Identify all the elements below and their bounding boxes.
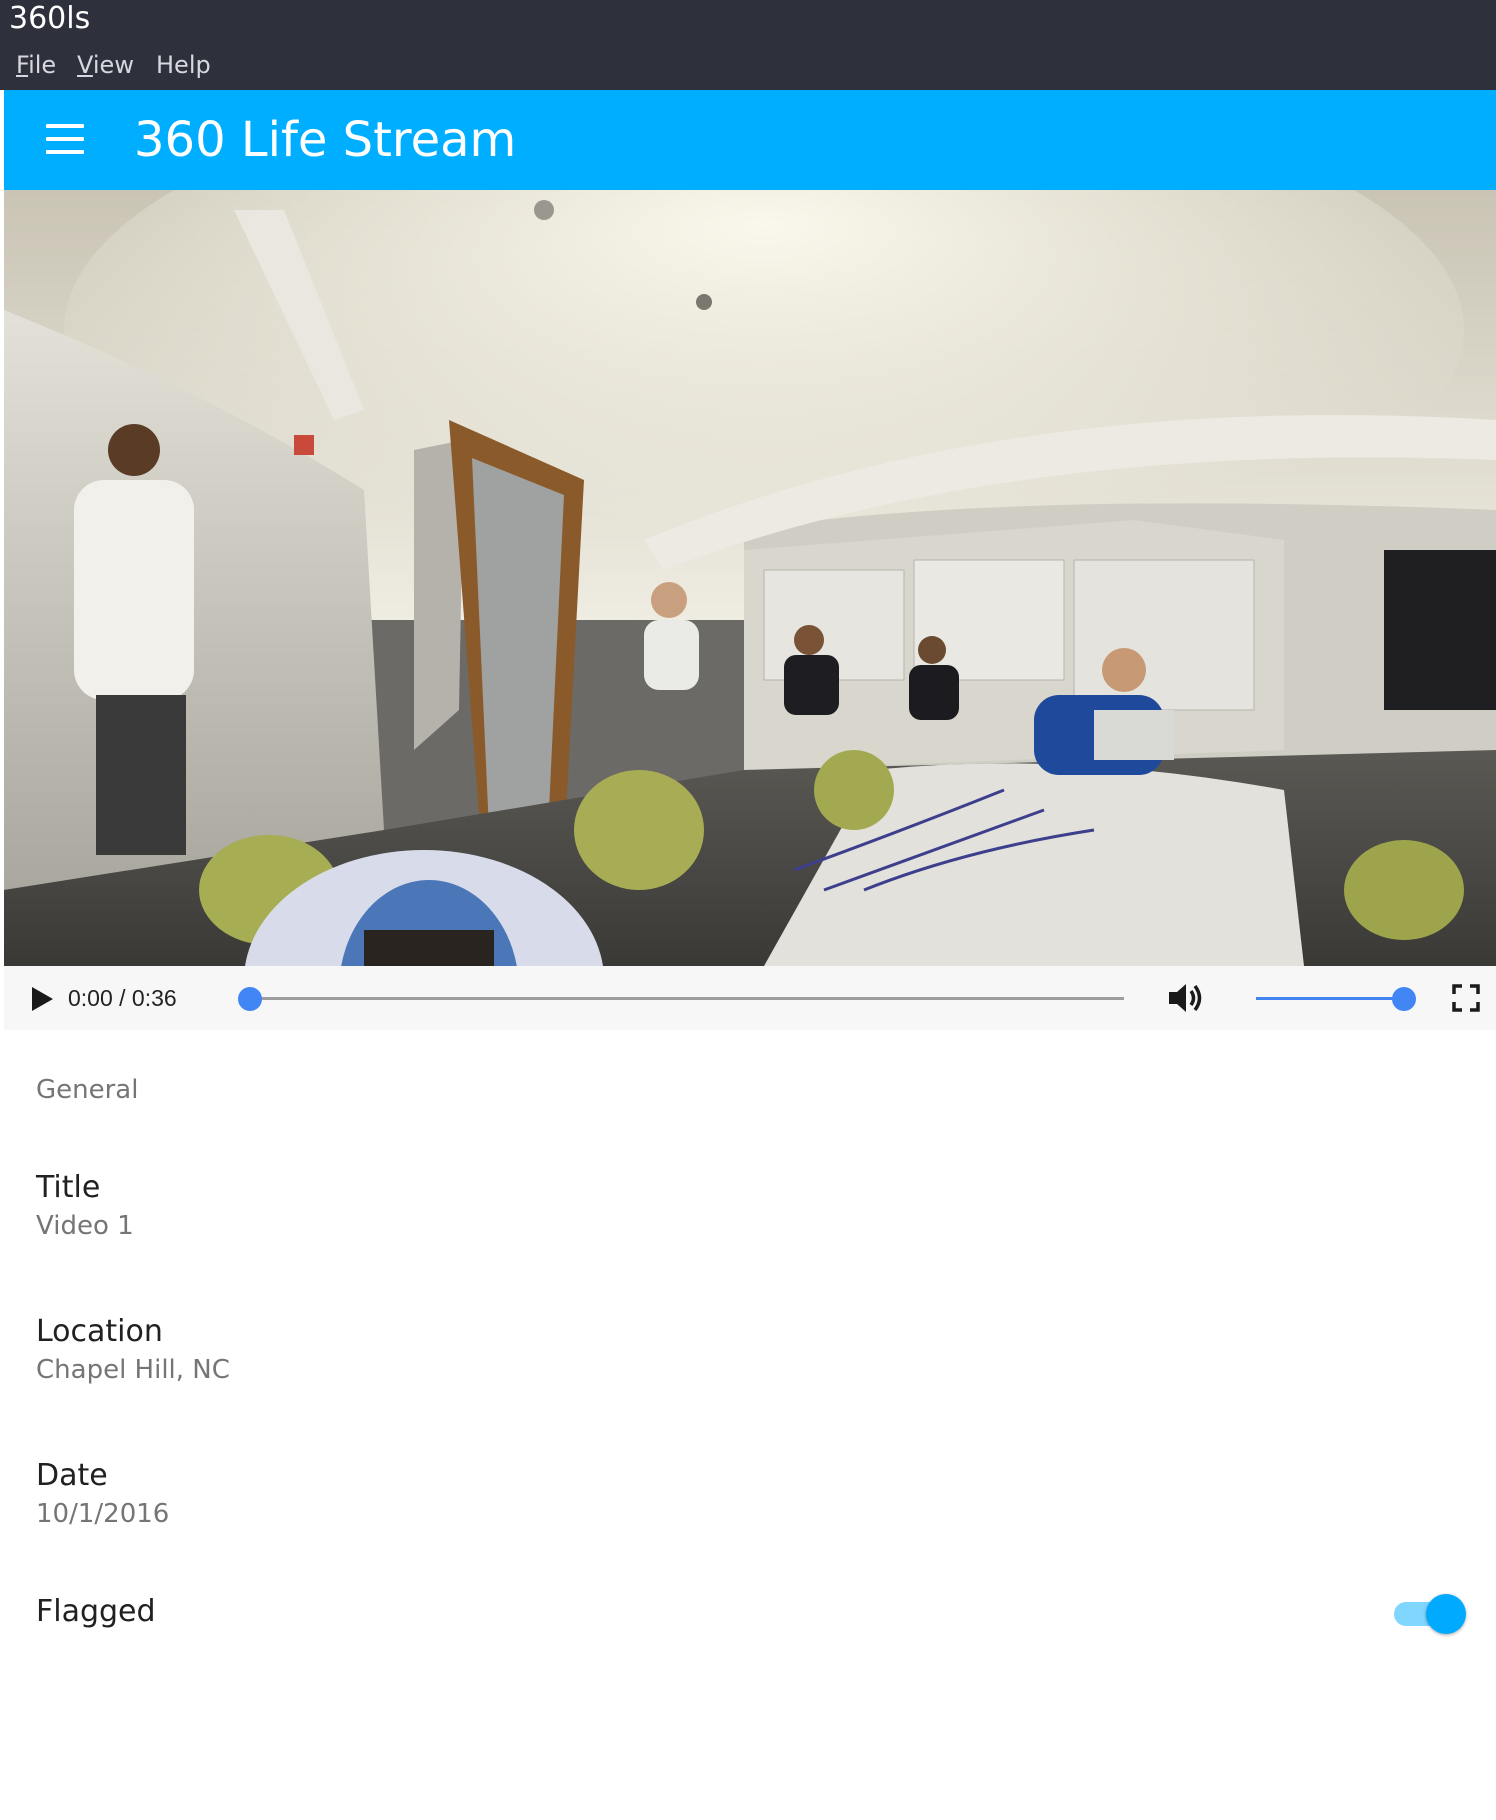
window-titlebar: 360ls	[0, 0, 1496, 40]
seek-bar-thumb[interactable]	[238, 987, 262, 1011]
menu-view-mnemonic: V	[77, 51, 93, 79]
volume-icon[interactable]	[1166, 980, 1208, 1016]
volume-slider[interactable]	[1256, 987, 1416, 1011]
menu-help[interactable]: Help	[156, 50, 211, 80]
app-bar: 360 Life Stream	[4, 90, 1496, 190]
menu-file[interactable]: File	[16, 50, 56, 80]
location-label: Location	[36, 1314, 163, 1349]
volume-slider-fill	[1256, 997, 1404, 1000]
hamburger-menu-icon[interactable]	[46, 124, 84, 156]
title-label: Title	[36, 1170, 101, 1205]
video-scene	[4, 190, 1496, 966]
volume-slider-thumb[interactable]	[1392, 987, 1416, 1011]
menu-bar: File View Help	[0, 40, 1496, 90]
section-header-general: General	[36, 1075, 139, 1105]
menu-file-label: ile	[28, 51, 57, 79]
app-title: 360 Life Stream	[134, 112, 517, 168]
app-window: 360 Life Stream 0:00 / 0:36 General Titl…	[4, 90, 1496, 1820]
menu-file-mnemonic: F	[16, 51, 29, 79]
flagged-label: Flagged	[36, 1594, 156, 1629]
window-title: 360ls	[9, 1, 91, 36]
menu-help-label: Help	[156, 51, 211, 79]
date-value: 10/1/2016	[36, 1499, 170, 1529]
video-frame[interactable]	[4, 190, 1496, 966]
flagged-toggle[interactable]	[1394, 1594, 1466, 1634]
play-icon[interactable]	[26, 984, 56, 1014]
fullscreen-icon[interactable]	[1450, 982, 1482, 1014]
date-label: Date	[36, 1458, 108, 1493]
flagged-toggle-knob	[1426, 1594, 1466, 1634]
location-value: Chapel Hill, NC	[36, 1355, 230, 1385]
seek-bar[interactable]	[238, 987, 1124, 1011]
menu-view-label: iew	[92, 51, 134, 79]
title-value: Video 1	[36, 1211, 134, 1241]
menu-view[interactable]: View	[77, 50, 134, 80]
video-controls: 0:00 / 0:36	[4, 966, 1496, 1030]
time-display: 0:00 / 0:36	[68, 985, 177, 1011]
